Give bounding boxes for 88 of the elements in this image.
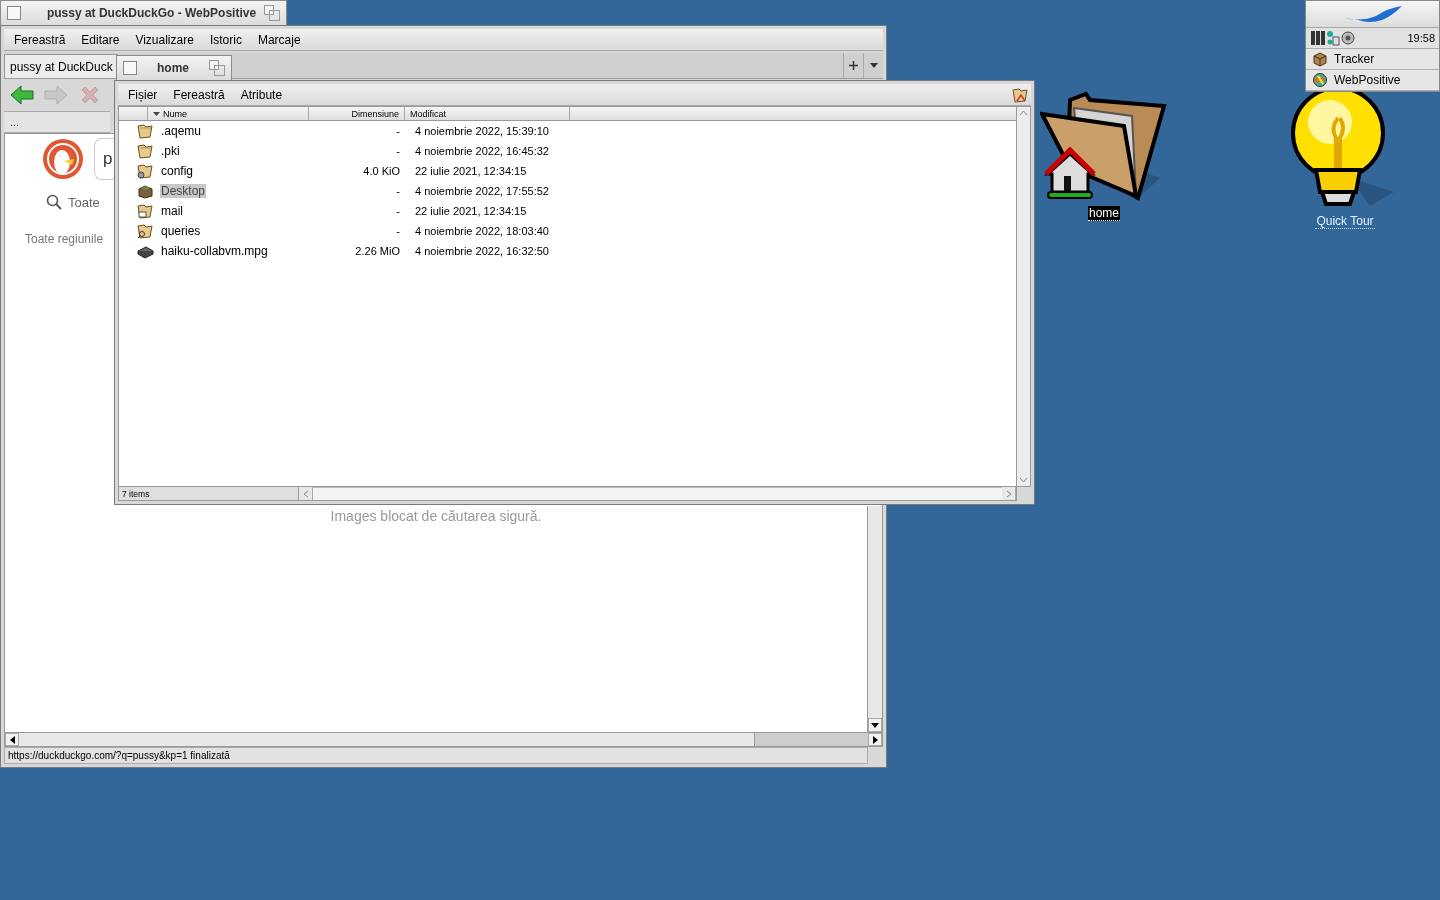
folder-icon — [137, 123, 154, 139]
menu-item[interactable]: Marcaje — [249, 32, 309, 47]
icon-label[interactable]: home — [1088, 206, 1120, 221]
clock[interactable]: 19:58 — [1407, 32, 1435, 44]
tray-icons-drawing[interactable] — [1310, 30, 1356, 46]
folder-icon — [137, 203, 154, 219]
app-entry[interactable]: Tracker — [1306, 49, 1439, 70]
left-arrow-icon[interactable] — [9, 735, 15, 744]
file-date: 4 noiembrie 2022, 18:03:40 — [414, 225, 550, 237]
file-row[interactable]: .aqemu - 4 noiembrie 2022, 15:39:10 — [119, 121, 1016, 141]
file-size: - — [395, 205, 401, 217]
file-size: - — [395, 185, 401, 197]
file-row[interactable]: .pki - 4 noiembrie 2022, 16:45:32 — [119, 141, 1016, 161]
folder-icon — [137, 143, 154, 159]
horizontal-scrollbar[interactable] — [313, 487, 1002, 500]
file-name: queries — [160, 224, 202, 238]
close-button[interactable] — [7, 6, 21, 20]
leaf-menu-button[interactable] — [1306, 1, 1439, 28]
duck-logo-icon[interactable] — [42, 138, 84, 180]
zoom-button[interactable] — [209, 60, 225, 76]
safe-search-message: Images blocat de căutarea sigură. — [330, 508, 542, 524]
zoom-button[interactable] — [264, 5, 280, 21]
back-arrow-icon[interactable] — [10, 85, 34, 105]
file-size: - — [395, 225, 401, 237]
browser-tab[interactable]: pussy at DuckDuck — [4, 54, 118, 78]
region-dropdown[interactable]: Toate regiunile — [25, 232, 104, 246]
vertical-scrollbar[interactable] — [1016, 107, 1030, 486]
file-date: 22 iulie 2021, 12:34:15 — [414, 205, 528, 217]
scrollbar-thumb[interactable] — [754, 733, 868, 746]
file-date: 4 noiembrie 2022, 17:55:52 — [414, 185, 550, 197]
file-name: haiku-collabvm.mpg — [160, 244, 269, 258]
file-name: Desktop — [160, 184, 207, 198]
file-name: config — [160, 164, 195, 178]
item-count: 7 items — [119, 487, 299, 500]
window-title: home — [156, 61, 190, 75]
menu-item[interactable]: Vizualizare — [127, 32, 202, 47]
column-title[interactable]: Nume — [163, 108, 187, 119]
window-tab[interactable]: pussy at DuckDuckGo - WebPositive — [0, 0, 287, 25]
file-date: 4 noiembrie 2022, 16:45:32 — [414, 145, 550, 157]
column-header[interactable]: Nume — [148, 107, 309, 120]
plus-icon — [849, 61, 858, 70]
file-size: 2.26 MiO — [354, 245, 401, 257]
vertical-scrollbar[interactable] — [867, 506, 882, 732]
menu-item[interactable]: Editare — [73, 32, 128, 47]
file-row[interactable]: queries - 4 noiembrie 2022, 18:03:40 — [119, 221, 1016, 241]
address-field[interactable]: ... — [4, 111, 110, 133]
box-icon[interactable] — [1312, 51, 1328, 67]
file-row[interactable]: haiku-collabvm.mpg 2.26 MiO 4 noiembrie 2022, 16:32:50 — [119, 241, 1016, 261]
file-name: .pki — [160, 144, 181, 158]
horizontal-scrollbar[interactable] — [4, 733, 883, 747]
caret-icon — [869, 63, 878, 68]
window-tab[interactable]: home — [116, 55, 232, 80]
file-row[interactable]: mail - 22 iulie 2021, 12:34:15 — [119, 201, 1016, 221]
folder-icon[interactable] — [1012, 86, 1029, 103]
file-row[interactable]: config 4.0 KiO 22 iulie 2021, 12:34:15 — [119, 161, 1016, 181]
down-arrow-icon[interactable] — [871, 722, 879, 728]
column-header[interactable]: Dimensiune — [309, 107, 405, 120]
file-row[interactable]: Desktop - 4 noiembrie 2022, 17:55:52 — [119, 181, 1016, 201]
file-name: mail — [160, 204, 184, 218]
icon-label[interactable]: Quick Tour — [1315, 214, 1375, 229]
menu-item[interactable]: Fereastră — [6, 32, 74, 47]
column-header[interactable]: Modificat — [405, 107, 570, 120]
file-name: .aqemu — [160, 124, 203, 138]
status-bar: https://duckduckgo.com/?q=pussy&kp=1 finalizată — [4, 747, 868, 764]
menu-item[interactable]: Fișier — [120, 87, 166, 102]
folder-icon — [137, 163, 154, 179]
menu-item[interactable]: Atribute — [232, 87, 291, 102]
menu-item[interactable]: Fereastră — [165, 87, 233, 102]
right-arrow-icon[interactable] — [872, 735, 878, 744]
sort-arrow-icon — [153, 111, 160, 116]
window-title: pussy at DuckDuckGo - WebPositive — [45, 6, 257, 20]
filter-label[interactable]: Toate — [68, 194, 100, 210]
folder-icon — [137, 223, 154, 239]
app-name[interactable]: Tracker — [1334, 52, 1375, 66]
search-icon — [46, 194, 62, 210]
file-size: - — [395, 145, 401, 157]
globe-icon[interactable] — [1312, 72, 1328, 88]
file-date: 22 iulie 2021, 12:34:15 — [414, 165, 528, 177]
app-entry[interactable]: WebPositive — [1306, 70, 1439, 91]
file-date: 4 noiembrie 2022, 16:32:50 — [414, 245, 550, 257]
app-name[interactable]: WebPositive — [1334, 73, 1401, 87]
close-button[interactable] — [123, 61, 137, 75]
menu-item[interactable]: Istoric — [201, 32, 250, 47]
desk-icon — [137, 183, 154, 199]
file-size: 4.0 KiO — [362, 165, 401, 177]
file-size: - — [395, 125, 401, 137]
all-filter-tab[interactable]: Toate — [46, 194, 100, 210]
file-date: 4 noiembrie 2022, 15:39:10 — [414, 125, 550, 137]
